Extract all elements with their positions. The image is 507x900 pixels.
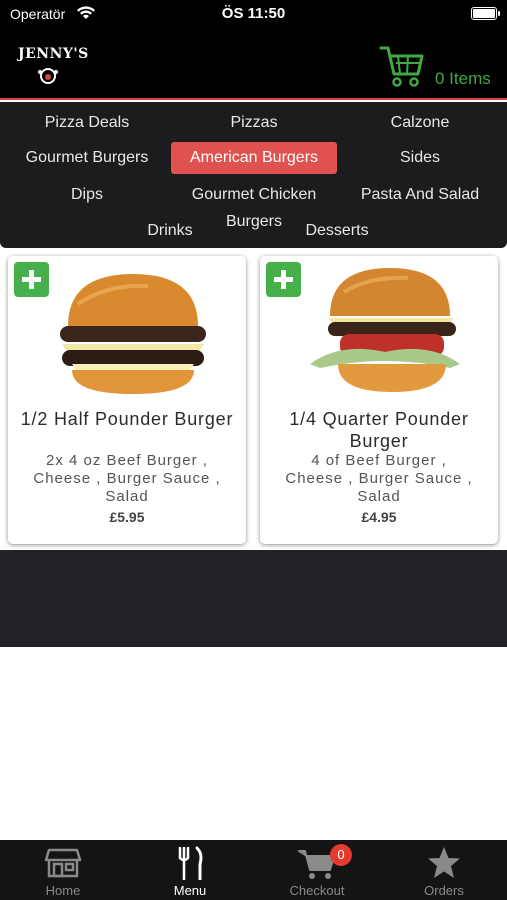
product-price: £5.95 <box>109 509 145 525</box>
empty-area <box>0 647 507 840</box>
category-drinks[interactable]: Drinks <box>130 215 210 247</box>
burger-image <box>310 268 460 392</box>
product-card[interactable]: 1/2 Half Pounder Burger 2x 4 oz Beef Bur… <box>8 256 246 544</box>
tab-checkout[interactable]: Checkout <box>254 840 380 900</box>
content-background <box>0 550 507 647</box>
tab-bar: Home Menu Checkout 0 Orders <box>0 840 507 900</box>
product-description: 2x 4 oz Beef Burger , Cheese , Burger Sa… <box>33 452 221 505</box>
fork-knife-icon <box>178 846 203 880</box>
cart-icon <box>379 46 424 87</box>
brand-logo[interactable]: JENNY'S <box>18 46 88 86</box>
tab-home[interactable]: Home <box>0 840 126 900</box>
category-pizza-deals[interactable]: Pizza Deals <box>12 107 162 139</box>
tab-orders-label: Orders <box>424 883 464 898</box>
product-grid: 1/2 Half Pounder Burger 2x 4 oz Beef Bur… <box>0 248 507 550</box>
tab-home-label: Home <box>45 883 81 898</box>
chef-face-icon <box>38 68 58 84</box>
category-sides[interactable]: Sides <box>345 142 495 174</box>
star-icon <box>428 847 460 878</box>
store-icon <box>44 848 82 878</box>
burger-image <box>60 274 206 394</box>
product-card[interactable]: 1/4 Quarter Pounder Burger 4 of Beef Bur… <box>260 256 498 544</box>
battery-icon <box>471 7 500 20</box>
category-calzone[interactable]: Calzone <box>345 107 495 139</box>
tab-checkout-label: Checkout <box>289 883 345 898</box>
product-price: £4.95 <box>361 509 397 525</box>
checkout-badge: 0 <box>330 844 352 866</box>
app-header: JENNY'S 0 Items <box>0 30 507 100</box>
category-burgers[interactable]: Burgers <box>214 206 294 238</box>
cart-count-label: 0 Items <box>435 69 491 88</box>
category-pasta-and-salad[interactable]: Pasta And Salad <box>345 179 495 211</box>
add-to-cart-button[interactable] <box>266 262 301 297</box>
product-description: 4 of Beef Burger , Cheese , Burger Sauce… <box>285 452 473 505</box>
category-pizzas[interactable]: Pizzas <box>179 107 329 139</box>
tab-menu[interactable]: Menu <box>127 840 253 900</box>
tab-orders[interactable]: Orders <box>381 840 507 900</box>
product-name: 1/2 Half Pounder Burger <box>20 409 234 429</box>
category-american-burgers[interactable]: American Burgers <box>171 142 337 174</box>
category-desserts[interactable]: Desserts <box>297 215 377 247</box>
category-gourmet-burgers[interactable]: Gourmet Burgers <box>12 142 162 174</box>
header-cart[interactable]: 0 Items <box>378 42 498 92</box>
category-menu: Pizza Deals Pizzas Calzone Gourmet Burge… <box>0 102 507 248</box>
clock: ÖS 11:50 <box>221 5 286 22</box>
product-name: 1/4 Quarter Pounder Burger <box>289 409 469 451</box>
add-to-cart-button[interactable] <box>14 262 49 297</box>
tab-menu-label: Menu <box>173 883 207 898</box>
status-bar: Operatör ÖS 11:50 <box>0 0 507 30</box>
category-dips[interactable]: Dips <box>12 179 162 211</box>
